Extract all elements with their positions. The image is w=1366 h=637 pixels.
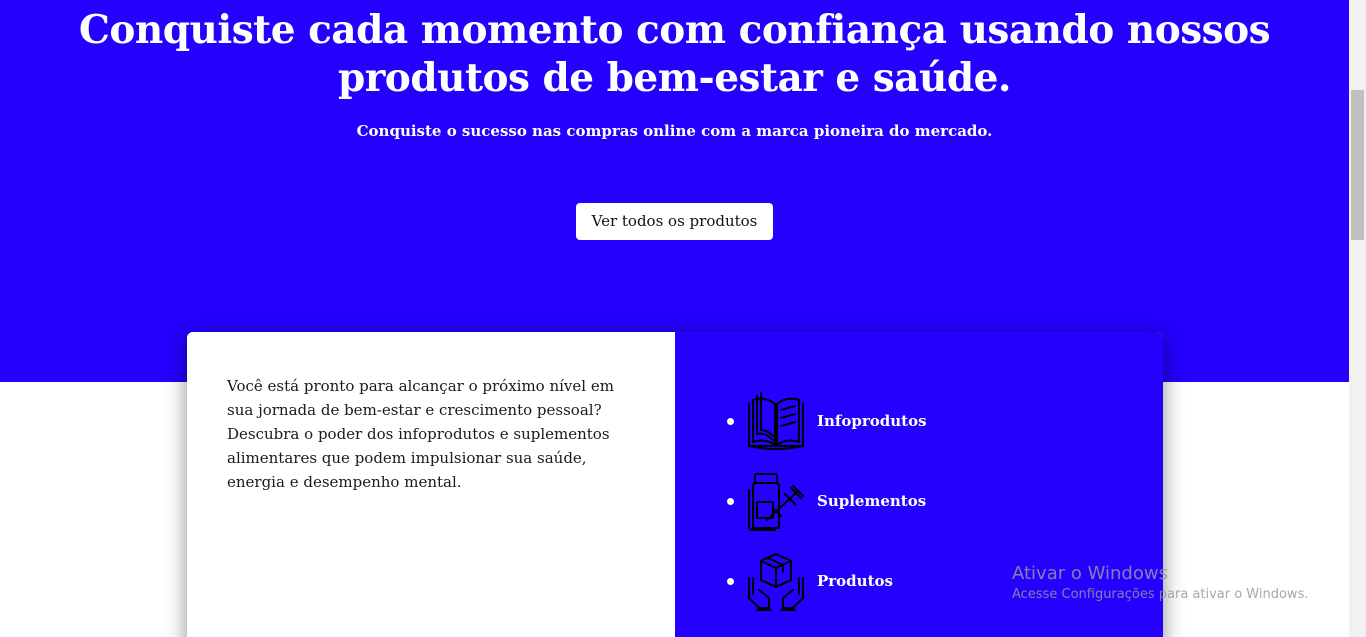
hero-title: Conquiste cada momento com confiança usa… xyxy=(78,7,1271,101)
page: Conquiste cada momento com confiança usa… xyxy=(0,0,1349,637)
category-label: Produtos xyxy=(817,572,893,590)
watermark-title: Ativar o Windows xyxy=(1012,563,1168,584)
category-item-suplementos[interactable]: Suplementos xyxy=(675,470,1075,534)
hero-subtitle: Conquiste o sucesso nas compras online c… xyxy=(356,122,993,140)
info-card-text-panel: Você está pronto para alcançar o próximo… xyxy=(187,332,675,637)
supplement-bottle-icon xyxy=(745,470,807,532)
intro-paragraph: Você está pronto para alcançar o próximo… xyxy=(227,377,614,491)
windows-activation-watermark: Ativar o Windows Acesse Configurações pa… xyxy=(1012,562,1308,604)
view-all-products-button[interactable]: Ver todos os produtos xyxy=(576,203,773,240)
category-label: Infoprodutos xyxy=(817,412,927,430)
book-icon xyxy=(745,390,807,452)
list-bullet xyxy=(727,498,734,505)
scrollbar-thumb[interactable] xyxy=(1351,90,1364,240)
hero-section: Conquiste cada momento com confiança usa… xyxy=(0,0,1349,382)
list-bullet xyxy=(727,418,734,425)
category-item-infoprodutos[interactable]: Infoprodutos xyxy=(675,390,1075,454)
watermark-subtitle: Acesse Configurações para ativar o Windo… xyxy=(1012,587,1309,602)
box-in-hands-icon xyxy=(745,550,807,612)
category-label: Suplementos xyxy=(817,492,927,510)
list-bullet xyxy=(727,578,734,585)
vertical-scrollbar[interactable] xyxy=(1349,0,1366,637)
